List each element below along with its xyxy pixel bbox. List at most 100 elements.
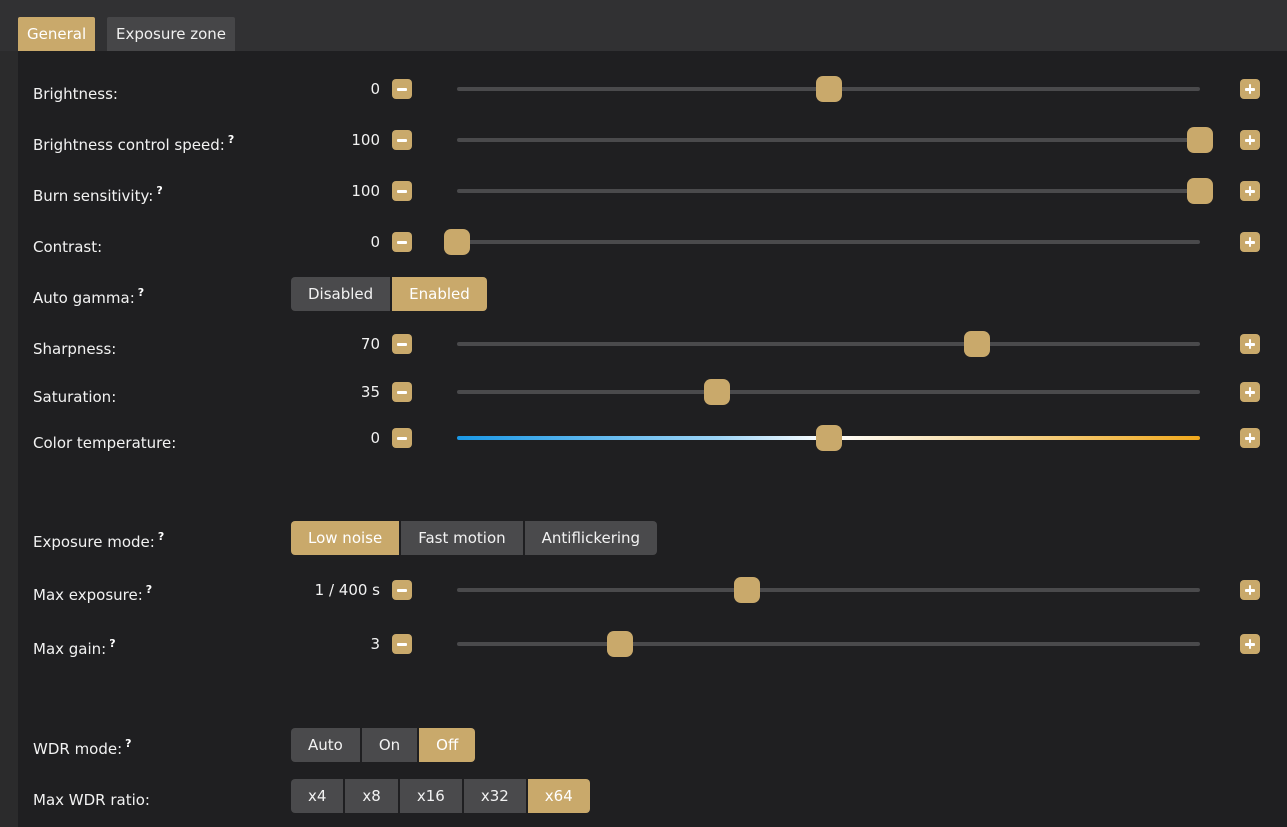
max-wdr-ratio-option-x8[interactable]: x8 [345,779,398,813]
contrast-increase-button[interactable] [1240,232,1260,252]
max-gain-slider-thumb[interactable] [607,631,634,657]
auto-gamma-label: Auto gamma:? [33,286,145,307]
auto-gamma-option-disabled[interactable]: Disabled [291,277,391,311]
max-wdr-ratio-label: Max WDR ratio: [33,791,150,809]
burn-sensitivity-row: Burn sensitivity:? 100 [18,167,1287,215]
burn-sensitivity-value: 100 [351,182,380,200]
wdr-mode-row: WDR mode:? Auto On Off [18,720,1287,768]
color-temperature-slider-track[interactable] [457,425,1200,451]
color-temperature-increase-button[interactable] [1240,428,1260,448]
auto-gamma-toggle: Disabled Enabled [291,277,487,311]
minus-icon [397,190,407,193]
max-wdr-ratio-option-x16[interactable]: x16 [399,779,462,813]
saturation-decrease-button[interactable] [392,382,412,402]
help-icon[interactable]: ? [138,286,144,299]
max-exposure-row: Max exposure:? 1 / 400 s [18,566,1287,614]
brightness-label: Brightness: [33,85,118,103]
brightness-decrease-button[interactable] [392,79,412,99]
color-temperature-label: Color temperature: [33,434,177,452]
auto-gamma-row: Auto gamma:? Disabled Enabled [18,269,1287,317]
brightness-speed-decrease-button[interactable] [392,130,412,150]
help-icon[interactable]: ? [156,184,162,197]
minus-icon [397,589,407,592]
burn-sensitivity-label: Burn sensitivity:? [33,184,163,205]
exposure-mode-toggle: Low noise Fast motion Antiflickering [291,521,658,555]
exposure-mode-label: Exposure mode:? [33,530,165,551]
max-wdr-ratio-option-x64[interactable]: x64 [527,779,590,813]
brightness-increase-button[interactable] [1240,79,1260,99]
brightness-row: Brightness: 0 [18,65,1287,113]
exposure-mode-option-antiflickering[interactable]: Antiflickering [524,521,658,555]
contrast-row: Contrast: 0 [18,218,1287,266]
help-icon[interactable]: ? [125,737,131,750]
sharpness-row: Sharpness: 70 [18,320,1287,368]
max-wdr-ratio-row: Max WDR ratio: x4 x8 x16 x32 x64 [18,771,1287,819]
contrast-value: 0 [370,233,380,251]
contrast-label: Contrast: [33,238,103,256]
minus-icon [397,139,407,142]
contrast-slider-track[interactable] [444,229,1200,255]
help-icon[interactable]: ? [228,133,234,146]
max-exposure-slider-track[interactable] [457,577,1200,603]
max-gain-increase-button[interactable] [1240,634,1260,654]
max-gain-decrease-button[interactable] [392,634,412,654]
saturation-row: Saturation: 35 [18,368,1287,416]
max-exposure-value: 1 / 400 s [314,581,380,599]
saturation-slider-thumb[interactable] [704,379,731,405]
color-temperature-decrease-button[interactable] [392,428,412,448]
color-temperature-slider-thumb[interactable] [815,425,842,451]
minus-icon [397,241,407,244]
saturation-value: 35 [360,383,380,401]
brightness-slider-thumb[interactable] [815,76,842,102]
brightness-speed-slider-thumb[interactable] [1187,127,1213,153]
burn-sensitivity-slider-thumb[interactable] [1187,178,1213,204]
wdr-mode-option-off[interactable]: Off [419,728,476,762]
exposure-mode-option-low-noise[interactable]: Low noise [291,521,400,555]
sharpness-decrease-button[interactable] [392,334,412,354]
brightness-speed-value: 100 [351,131,380,149]
wdr-mode-toggle: Auto On Off [291,728,476,762]
help-icon[interactable]: ? [158,530,164,543]
help-icon[interactable]: ? [109,637,115,650]
max-exposure-increase-button[interactable] [1240,580,1260,600]
color-temperature-row: Color temperature: 0 [18,414,1287,462]
contrast-slider-thumb[interactable] [444,229,470,255]
max-wdr-ratio-option-x4[interactable]: x4 [291,779,344,813]
minus-icon [397,343,407,346]
help-icon[interactable]: ? [146,583,152,596]
saturation-label: Saturation: [33,388,117,406]
wdr-mode-option-on[interactable]: On [361,728,418,762]
burn-sensitivity-slider-track[interactable] [457,178,1213,204]
exposure-mode-option-fast-motion[interactable]: Fast motion [401,521,523,555]
sharpness-value: 70 [360,335,380,353]
sharpness-slider-track[interactable] [457,331,1200,357]
sharpness-slider-thumb[interactable] [964,331,991,357]
tab-general[interactable]: General [18,17,96,51]
brightness-speed-increase-button[interactable] [1240,130,1260,150]
brightness-speed-label: Brightness control speed:? [33,133,235,154]
tab-exposure-zone[interactable]: Exposure zone [107,17,235,51]
max-wdr-ratio-toggle: x4 x8 x16 x32 x64 [291,779,590,813]
burn-sensitivity-increase-button[interactable] [1240,181,1260,201]
saturation-slider-track[interactable] [457,379,1200,405]
auto-gamma-option-enabled[interactable]: Enabled [392,277,487,311]
brightness-speed-row: Brightness control speed:? 100 [18,116,1287,164]
minus-icon [397,88,407,91]
max-exposure-slider-thumb[interactable] [733,577,760,603]
max-gain-slider-track[interactable] [457,631,1200,657]
saturation-increase-button[interactable] [1240,382,1260,402]
brightness-speed-slider-track[interactable] [457,127,1213,153]
minus-icon [397,437,407,440]
exposure-mode-row: Exposure mode:? Low noise Fast motion An… [18,513,1287,561]
color-temperature-value: 0 [370,429,380,447]
wdr-mode-option-auto[interactable]: Auto [291,728,360,762]
minus-icon [397,643,407,646]
contrast-decrease-button[interactable] [392,232,412,252]
sharpness-label: Sharpness: [33,340,117,358]
max-exposure-decrease-button[interactable] [392,580,412,600]
max-wdr-ratio-option-x32[interactable]: x32 [463,779,526,813]
brightness-slider-track[interactable] [457,76,1200,102]
brightness-value: 0 [370,80,380,98]
burn-sensitivity-decrease-button[interactable] [392,181,412,201]
sharpness-increase-button[interactable] [1240,334,1260,354]
